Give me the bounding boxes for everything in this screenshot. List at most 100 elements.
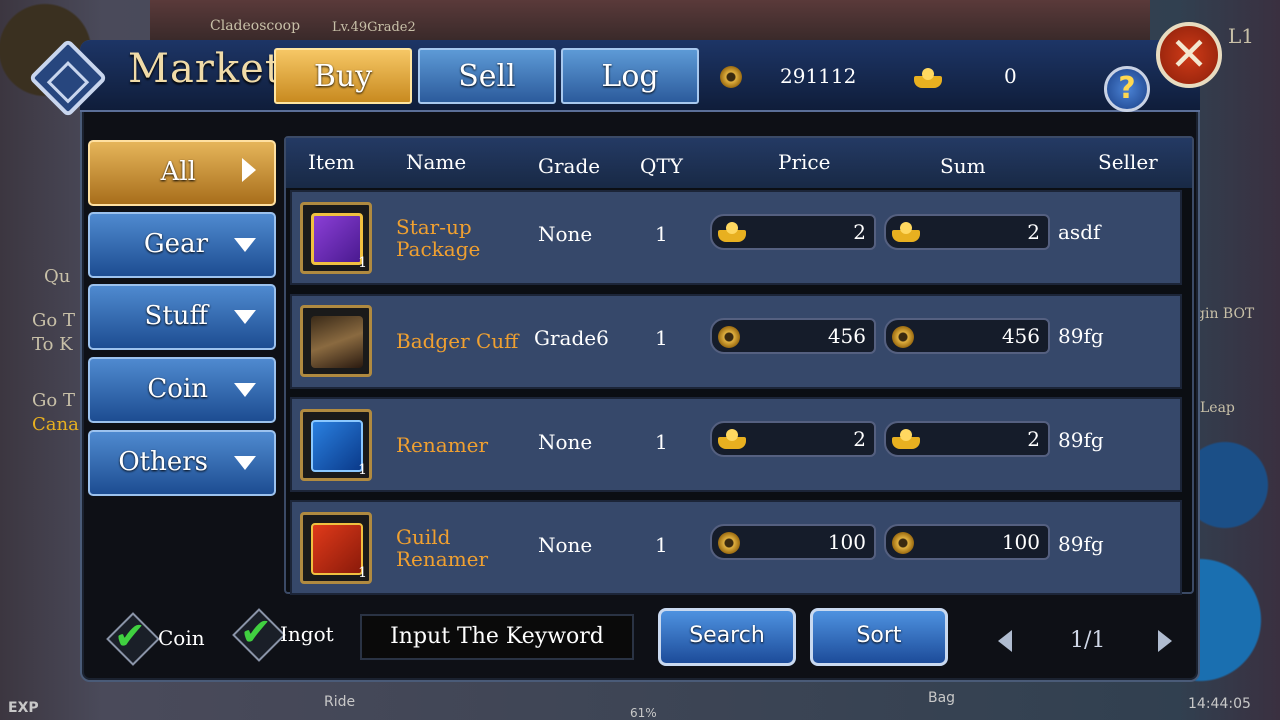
seller-name: 89fg [1058, 324, 1104, 348]
sum-value: 2 [1027, 427, 1040, 451]
sidebar-item-all[interactable]: All [88, 140, 276, 206]
ingot-balance: 0 [1004, 64, 1017, 88]
ingot-icon [892, 429, 920, 449]
sidebar-item-stuff[interactable]: Stuff [88, 284, 276, 350]
player-level: Lv.49Grade2 [332, 20, 416, 35]
ingot-filter-label: Ingot [280, 622, 334, 646]
sidebar-item-label: Stuff [144, 301, 208, 331]
item-grade: Grade6 [534, 326, 609, 350]
sum-field: 100 [884, 524, 1050, 560]
column-grade: Grade [538, 154, 601, 178]
chevron-down-icon [234, 383, 256, 397]
sidebar-item-label: Coin [147, 374, 208, 404]
item-name: Guild Renamer [396, 525, 489, 571]
tab-log[interactable]: Log [561, 48, 699, 104]
sum-field: 456 [884, 318, 1050, 354]
chevron-right-icon [242, 158, 256, 182]
leap-label: Leap [1200, 400, 1235, 416]
price-field: 100 [710, 524, 876, 560]
ingot-icon [718, 222, 746, 242]
check-icon: ✔ [240, 610, 272, 654]
tab-sell[interactable]: Sell [418, 48, 556, 104]
sidebar-item-gear[interactable]: Gear [88, 212, 276, 278]
ingot-icon [914, 68, 942, 88]
seller-name: 89fg [1058, 532, 1104, 556]
column-item: Item [308, 150, 355, 174]
quest-line-4: Cana [32, 414, 79, 435]
item-stack-count: 1 [358, 565, 367, 581]
column-sum: Sum [940, 154, 986, 178]
sum-value: 100 [1001, 530, 1040, 554]
sidebar-item-coin[interactable]: Coin [88, 357, 276, 423]
price-value: 2 [853, 220, 866, 244]
seller-name: 89fg [1058, 428, 1104, 452]
ingot-icon [892, 222, 920, 242]
coin-icon [720, 66, 742, 88]
keyword-input[interactable]: Input The Keyword [360, 614, 634, 660]
item-slot[interactable]: 1 [300, 202, 372, 274]
coin-icon [892, 532, 914, 554]
exp-label: EXP [8, 700, 39, 716]
page-indicator: 1/1 [1070, 628, 1106, 653]
sidebar-item-label: All [160, 157, 196, 187]
price-field: 2 [710, 421, 876, 457]
item-stack-count: 1 [358, 255, 367, 271]
coin-icon [718, 532, 740, 554]
column-name: Name [406, 150, 467, 174]
item-name: Renamer [396, 433, 489, 457]
item-slot[interactable]: 1 [300, 512, 372, 584]
price-field: 2 [710, 214, 876, 250]
auto-bot-label: gin BOT [1196, 306, 1255, 322]
chevron-down-icon [234, 310, 256, 324]
column-price: Price [778, 150, 831, 174]
sum-value: 456 [1001, 324, 1040, 348]
tab-buy[interactable]: Buy [274, 48, 412, 104]
item-grade: None [538, 222, 593, 246]
item-qty: 1 [655, 326, 668, 350]
item-name: Badger Cuff [396, 329, 519, 353]
item-slot[interactable]: 1 [300, 409, 372, 481]
scroll-quill-icon [311, 420, 363, 472]
quest-line-3: Go T [32, 390, 75, 411]
seller-name: asdf [1058, 220, 1101, 244]
sidebar-item-label: Others [118, 447, 208, 477]
chevron-down-icon [234, 238, 256, 252]
price-value: 100 [827, 530, 866, 554]
ingot-icon [718, 429, 746, 449]
next-page-icon[interactable] [1158, 630, 1172, 652]
search-button[interactable]: Search [658, 608, 796, 666]
gift-box-icon [311, 213, 363, 265]
sidebar-item-label: Gear [143, 229, 208, 259]
sidebar-item-others[interactable]: Others [88, 430, 276, 496]
market-title: Market [128, 46, 282, 92]
item-stack-count: 1 [358, 462, 367, 478]
player-name: Cladeoscoop [210, 18, 301, 34]
sum-field: 2 [884, 421, 1050, 457]
bracer-icon [311, 316, 363, 368]
chevron-down-icon [234, 456, 256, 470]
sort-button[interactable]: Sort [810, 608, 948, 666]
check-icon: ✔ [114, 614, 146, 658]
prev-page-icon[interactable] [998, 630, 1012, 652]
item-name: Star-up Package [396, 215, 481, 261]
close-button[interactable]: ✕ [1156, 22, 1222, 88]
quest-line-2: To K [32, 334, 73, 355]
quest-label: Qu [44, 266, 71, 287]
item-qty: 1 [655, 430, 668, 454]
ride-label: Ride [324, 694, 356, 710]
column-seller: Seller [1098, 150, 1158, 174]
item-slot[interactable] [300, 305, 372, 377]
item-qty: 1 [655, 533, 668, 557]
price-field: 456 [710, 318, 876, 354]
sum-field: 2 [884, 214, 1050, 250]
item-qty: 1 [655, 222, 668, 246]
item-grade: None [538, 533, 593, 557]
help-button[interactable]: ? [1104, 66, 1150, 112]
coin-icon [892, 326, 914, 348]
item-grade: None [538, 430, 593, 454]
coin-icon [718, 326, 740, 348]
right-label-l1: L1 [1228, 24, 1255, 48]
clock: 14:44:05 [1188, 696, 1251, 712]
quest-line-1: Go T [32, 310, 75, 331]
coin-filter-label: Coin [158, 626, 205, 650]
